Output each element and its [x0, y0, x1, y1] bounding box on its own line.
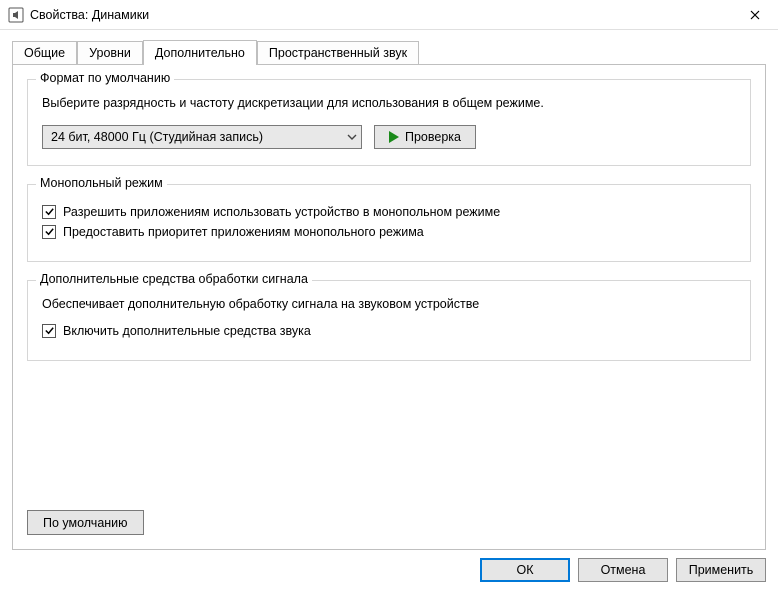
checkbox-enable-enhancements[interactable]: [42, 324, 56, 338]
group-legend: Монопольный режим: [36, 176, 167, 190]
combo-value: 24 бит, 48000 Гц (Студийная запись): [51, 130, 263, 144]
enhancements-desc: Обеспечивает дополнительную обработку си…: [42, 295, 736, 314]
tab-panel-advanced: Формат по умолчанию Выберите разрядность…: [12, 64, 766, 550]
test-button[interactable]: Проверка: [374, 125, 476, 149]
checkbox-label: Включить дополнительные средства звука: [63, 324, 311, 338]
group-signal-enhancements: Дополнительные средства обработки сигнал…: [27, 280, 751, 361]
checkbox-label: Предоставить приоритет приложениям моноп…: [63, 225, 424, 239]
checkbox-label: Разрешить приложениям использовать устро…: [63, 205, 500, 219]
button-label: Отмена: [601, 563, 646, 577]
checkbox-exclusive-priority[interactable]: [42, 225, 56, 239]
play-icon: [389, 131, 399, 143]
cancel-button[interactable]: Отмена: [578, 558, 668, 582]
close-button[interactable]: [732, 0, 778, 30]
button-label: ОК: [516, 563, 533, 577]
titlebar: Свойства: Динамики: [0, 0, 778, 30]
button-label: Применить: [689, 563, 754, 577]
group-legend: Формат по умолчанию: [36, 71, 174, 85]
dialog-footer: ОК Отмена Применить: [0, 558, 778, 592]
format-combobox[interactable]: 24 бит, 48000 Гц (Студийная запись): [42, 125, 362, 149]
restore-defaults-button[interactable]: По умолчанию: [27, 510, 144, 535]
test-button-label: Проверка: [405, 130, 461, 144]
tab-label: Дополнительно: [155, 46, 245, 60]
group-exclusive-mode: Монопольный режим Разрешить приложениям …: [27, 184, 751, 262]
chevron-down-icon: [347, 131, 357, 143]
tab-strip: Общие Уровни Дополнительно Пространствен…: [0, 30, 778, 64]
group-default-format: Формат по умолчанию Выберите разрядность…: [27, 79, 751, 166]
window-title: Свойства: Динамики: [30, 8, 149, 22]
ok-button[interactable]: ОК: [480, 558, 570, 582]
apply-button[interactable]: Применить: [676, 558, 766, 582]
close-icon: [750, 7, 760, 23]
tab-advanced[interactable]: Дополнительно: [143, 40, 257, 65]
tab-levels[interactable]: Уровни: [77, 41, 143, 65]
tab-general[interactable]: Общие: [12, 41, 77, 65]
checkmark-icon: [44, 325, 55, 336]
group-legend: Дополнительные средства обработки сигнал…: [36, 272, 312, 286]
button-label: По умолчанию: [43, 516, 128, 530]
default-format-desc: Выберите разрядность и частоту дискретиз…: [42, 94, 736, 113]
tab-label: Общие: [24, 46, 65, 60]
checkbox-allow-exclusive[interactable]: [42, 205, 56, 219]
speaker-icon: [8, 7, 24, 23]
tab-label: Уровни: [89, 46, 131, 60]
checkmark-icon: [44, 206, 55, 217]
tab-spatial[interactable]: Пространственный звук: [257, 41, 419, 65]
tab-label: Пространственный звук: [269, 46, 407, 60]
checkmark-icon: [44, 226, 55, 237]
